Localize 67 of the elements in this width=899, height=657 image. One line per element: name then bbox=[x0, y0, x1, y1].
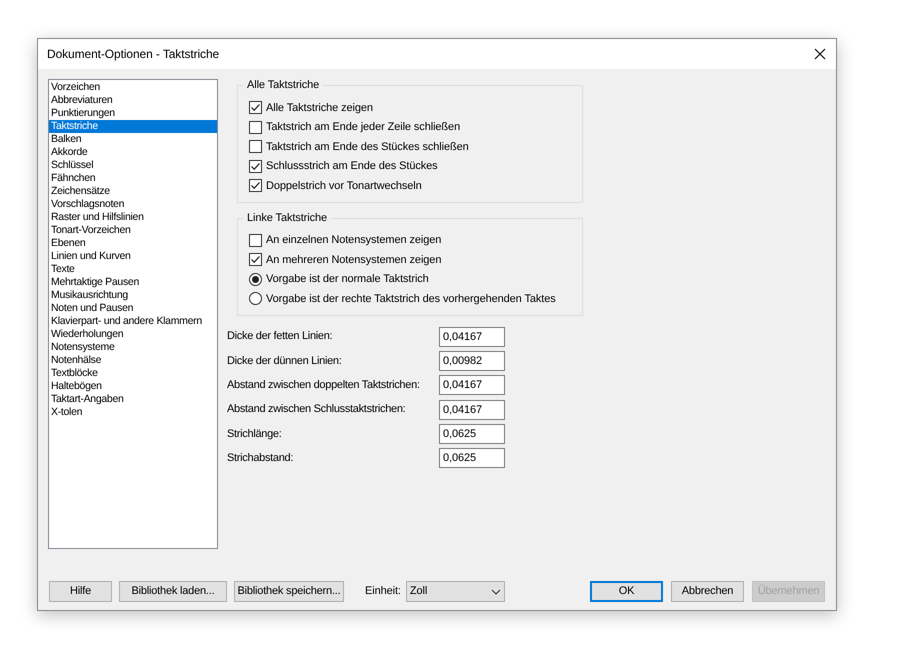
option-label: An einzelnen Notensystemen zeigen bbox=[266, 233, 442, 248]
option-label: Doppelstrich vor Tonartwechseln bbox=[266, 178, 422, 194]
list-item[interactable]: Noten und Pausen bbox=[49, 302, 217, 315]
list-item[interactable]: Taktart-Angaben bbox=[49, 393, 217, 406]
list-item[interactable]: Fähnchen bbox=[49, 172, 217, 185]
field-label: Abstand zwischen doppelten Taktstrichen: bbox=[227, 378, 421, 394]
list-item[interactable]: Vorschlagsnoten bbox=[49, 198, 217, 211]
input-field[interactable]: 0,04167 bbox=[439, 400, 505, 420]
dialog-button[interactable]: Bibliothek speichern... bbox=[234, 581, 344, 602]
field-label: Abstand zwischen Schlusstaktstrichen: bbox=[227, 402, 406, 418]
checkbox[interactable] bbox=[249, 120, 262, 134]
checkbox[interactable] bbox=[249, 234, 262, 247]
list-item[interactable]: Schlüssel bbox=[49, 159, 217, 172]
list-item[interactable]: Klavierpart- und andere Klammern bbox=[49, 315, 217, 328]
option-label: Taktstrich am Ende des Stückes schließen bbox=[266, 140, 469, 154]
field-label: Strichlänge: bbox=[227, 426, 282, 442]
list-item[interactable]: Linien und Kurven bbox=[49, 250, 217, 263]
radio-button[interactable] bbox=[249, 292, 262, 306]
option-label: Taktstrich am Ende jeder Zeile schließen bbox=[266, 120, 460, 135]
field-label: Strichabstand: bbox=[227, 451, 294, 466]
list-item[interactable]: Balken bbox=[49, 133, 217, 146]
field-label: Dicke der dünnen Linien: bbox=[227, 354, 342, 369]
list-item[interactable]: Raster und Hilfslinien bbox=[49, 211, 217, 224]
group-title: Linke Taktstriche bbox=[243, 210, 332, 224]
list-item[interactable]: Akkorde bbox=[49, 146, 217, 159]
chevron-down-icon bbox=[490, 588, 501, 594]
list-item[interactable]: Tonart-Vorzeichen bbox=[49, 224, 217, 237]
dialog-button[interactable]: Abbrechen bbox=[671, 581, 744, 602]
option-label: An mehreren Notensystemen zeigen bbox=[266, 252, 442, 268]
list-item[interactable]: Vorzeichen bbox=[49, 81, 217, 94]
input-field[interactable]: 0,04167 bbox=[439, 326, 505, 346]
checkbox[interactable] bbox=[249, 101, 262, 114]
list-item[interactable]: Texte bbox=[49, 263, 217, 276]
input-field[interactable]: 0,00982 bbox=[439, 350, 505, 371]
input-field[interactable]: 0,0625 bbox=[439, 448, 505, 468]
close-icon[interactable] bbox=[814, 48, 826, 60]
list-item[interactable]: Wiederholungen bbox=[49, 328, 217, 341]
input-field[interactable]: 0,04167 bbox=[439, 375, 505, 396]
dialog-button[interactable]: OK bbox=[590, 581, 663, 602]
dialog-button[interactable]: Bibliothek laden... bbox=[119, 581, 227, 602]
checkbox[interactable] bbox=[249, 160, 262, 173]
list-item[interactable]: Mehrtaktige Pausen bbox=[49, 276, 217, 289]
list-item[interactable]: Musikausrichtung bbox=[49, 289, 217, 302]
unit-dropdown[interactable]: Zoll bbox=[406, 581, 505, 602]
input-field[interactable]: 0,0625 bbox=[439, 424, 505, 444]
option-label: Vorgabe ist der normale Taktstrich bbox=[266, 272, 429, 287]
radio-button[interactable] bbox=[249, 272, 262, 286]
list-item[interactable]: Haltebögen bbox=[49, 380, 217, 393]
list-item[interactable]: Abbreviaturen bbox=[49, 94, 217, 107]
field-label: Dicke der fetten Linien: bbox=[227, 329, 334, 344]
option-label: Alle Taktstriche zeigen bbox=[266, 100, 373, 116]
list-item[interactable]: Notensysteme bbox=[49, 341, 217, 354]
checkbox[interactable] bbox=[249, 179, 262, 192]
checkbox[interactable] bbox=[249, 253, 262, 266]
list-item[interactable]: Ebenen bbox=[49, 237, 217, 250]
unit-label: Einheit: bbox=[365, 584, 401, 600]
list-item[interactable]: Punktierungen bbox=[49, 107, 217, 120]
dialog-button[interactable]: Hilfe bbox=[49, 581, 112, 602]
option-label: Schlussstrich am Ende des Stückes bbox=[266, 159, 438, 174]
list-item[interactable]: Zeichensätze bbox=[49, 185, 217, 198]
option-label: Vorgabe ist der rechte Taktstrich des vorhergehenden Taktes bbox=[266, 292, 556, 306]
window-title: Dokument-Optionen - Taktstriche bbox=[47, 46, 220, 63]
list-item[interactable]: Notenhälse bbox=[49, 354, 217, 367]
checkbox[interactable] bbox=[249, 140, 262, 154]
list-item[interactable]: Textblöcke bbox=[49, 367, 217, 380]
list-item[interactable]: X-tolen bbox=[49, 406, 217, 419]
list-item[interactable]: Taktstriche bbox=[49, 120, 217, 133]
